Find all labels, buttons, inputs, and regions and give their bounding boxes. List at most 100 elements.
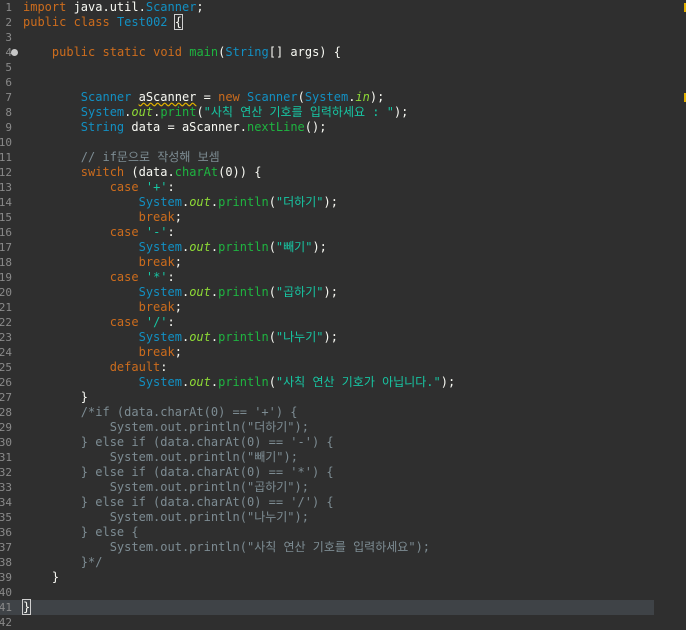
- code-text: System.out.println("사칙 연산 기호가 아닙니다.");: [138, 375, 456, 389]
- code-text: System.out.println("나누기");: [138, 330, 338, 344]
- code-line[interactable]: 21 break;: [0, 300, 686, 315]
- code-text: } else if (data.charAt(0) == '/') {: [23, 495, 334, 509]
- code-text: System.out.println("사칙 연산 기호를 입력하세요");: [23, 540, 431, 554]
- line-number: 19: [0, 271, 12, 284]
- line-number: 31: [0, 451, 12, 464]
- line-number: 33: [0, 481, 12, 494]
- line-number: 36: [0, 526, 12, 539]
- code-line[interactable]: 36 } else {: [0, 525, 686, 540]
- line-number: 25: [0, 361, 12, 374]
- code-line[interactable]: 13 case '+':: [0, 180, 686, 195]
- line-number: 21: [0, 301, 12, 314]
- code-editor[interactable]: 1 import java.util.Scanner; 2 public class …: [0, 0, 686, 630]
- code-line[interactable]: 9 String data = aScanner.nextLine();: [0, 120, 686, 135]
- code-line[interactable]: 10: [0, 135, 686, 150]
- code-text: System.out.println("곱하기");: [23, 480, 309, 494]
- code-line[interactable]: 2 public class Test002 {: [0, 14, 686, 30]
- code-text: System.out.println("나누기");: [23, 510, 309, 524]
- code-text: }*/: [23, 555, 103, 569]
- code-line[interactable]: 38 }*/: [0, 555, 686, 570]
- line-number: 28: [0, 406, 12, 419]
- line-number: 38: [0, 556, 12, 569]
- code-line[interactable]: 30 } else if (data.charAt(0) == '-') {: [0, 435, 686, 450]
- line-number: 39: [0, 571, 12, 584]
- code-text: } else if (data.charAt(0) == '*') {: [23, 465, 334, 479]
- code-text: String data = aScanner.nextLine();: [80, 120, 327, 134]
- line-number: 23: [0, 331, 12, 344]
- code-line[interactable]: 26 System.out.println("사칙 연산 기호가 아닙니다.")…: [0, 375, 686, 390]
- line-number: 40: [0, 586, 12, 599]
- code-line[interactable]: 20 System.out.println("곱하기");: [0, 285, 686, 300]
- code-text: case '+':: [109, 180, 175, 194]
- code-text: System.out.println("더하기");: [138, 195, 338, 209]
- code-line[interactable]: 27 }: [0, 390, 686, 405]
- code-text: System.out.println("곱하기");: [138, 285, 338, 299]
- line-number: 7: [5, 91, 12, 104]
- code-line[interactable]: 35 System.out.println("나누기");: [0, 510, 686, 525]
- code-text: System.out.println("더하기");: [23, 420, 309, 434]
- code-line[interactable]: 23 System.out.println("나누기");: [0, 330, 686, 345]
- code-line[interactable]: 16 case '-':: [0, 225, 686, 240]
- code-line[interactable]: 40: [0, 585, 686, 600]
- code-line[interactable]: 5: [0, 60, 686, 75]
- code-line[interactable]: 34 } else if (data.charAt(0) == '/') {: [0, 495, 686, 510]
- code-text: break;: [138, 210, 182, 224]
- code-line[interactable]: 29 System.out.println("더하기");: [0, 420, 686, 435]
- code-line[interactable]: 24 break;: [0, 345, 686, 360]
- code-line[interactable]: 12 switch (data.charAt(0)) {: [0, 165, 686, 180]
- line-number: 8: [5, 106, 12, 119]
- code-line[interactable]: 7 Scanner aScanner = new Scanner(System.…: [0, 90, 686, 105]
- line-number: 17: [0, 241, 12, 254]
- code-line[interactable]: 8 System.out.print("사칙 연산 기호를 입력하세요 : ")…: [0, 105, 686, 120]
- line-number: 35: [0, 511, 12, 524]
- code-lines[interactable]: 1 import java.util.Scanner; 2 public class …: [0, 0, 686, 630]
- code-line[interactable]: 32 } else if (data.charAt(0) == '*') {: [0, 465, 686, 480]
- code-line[interactable]: 37 System.out.println("사칙 연산 기호를 입력하세요")…: [0, 540, 686, 555]
- code-text: Scanner aScanner = new Scanner(System.in…: [80, 90, 385, 104]
- code-line[interactable]: 18 break;: [0, 255, 686, 270]
- line-number: 30: [0, 436, 12, 449]
- code-line[interactable]: 15 break;: [0, 210, 686, 225]
- code-text: }: [23, 570, 60, 584]
- line-number: 41: [0, 601, 12, 614]
- code-line[interactable]: 17 System.out.println("빼기");: [0, 240, 686, 255]
- line-number: 16: [0, 226, 12, 239]
- code-line[interactable]: 39 }: [0, 570, 686, 585]
- line-number: 5: [5, 61, 12, 74]
- code-text: System.out.println("빼기");: [138, 240, 327, 254]
- code-line[interactable]: 1 import java.util.Scanner;: [0, 0, 686, 15]
- line-number: 14: [0, 196, 12, 209]
- code-line[interactable]: 22 case '/':: [0, 315, 686, 330]
- code-line[interactable]: 31 System.out.println("빼기");: [0, 450, 686, 465]
- line-number: 34: [0, 496, 12, 509]
- code-line[interactable]: 25 default:: [0, 360, 686, 375]
- code-text: } else {: [23, 525, 139, 539]
- line-number: 12: [0, 166, 12, 179]
- code-line[interactable]: 3: [0, 30, 686, 45]
- code-text: /*if (data.charAt(0) == '+') {: [23, 405, 298, 419]
- line-number: 24: [0, 346, 12, 359]
- line-number: 9: [5, 121, 12, 134]
- code-text: }: [21, 599, 32, 615]
- line-number: 18: [0, 256, 12, 269]
- line-number: 15: [0, 211, 12, 224]
- code-text: } else if (data.charAt(0) == '-') {: [23, 435, 334, 449]
- code-text: System.out.println("빼기");: [23, 450, 298, 464]
- code-line[interactable]: 33 System.out.println("곱하기");: [0, 480, 686, 495]
- code-line[interactable]: 14 System.out.println("더하기");: [0, 195, 686, 210]
- code-text: switch (data.charAt(0)) {: [80, 165, 262, 179]
- code-line[interactable]: 41}: [0, 599, 654, 615]
- fold-toggle-icon[interactable]: [11, 49, 18, 56]
- line-number: 10: [0, 136, 12, 149]
- code-line[interactable]: 19 case '*':: [0, 270, 686, 285]
- code-text: default:: [109, 360, 168, 374]
- line-number: 29: [0, 421, 12, 434]
- line-number: 2: [5, 16, 12, 29]
- code-text: import java.util.Scanner;: [23, 0, 204, 14]
- code-line[interactable]: 28 /*if (data.charAt(0) == '+') {: [0, 405, 686, 420]
- code-line[interactable]: 11 // if문으로 작성해 보셈: [0, 150, 686, 165]
- code-line[interactable]: 6: [0, 75, 686, 90]
- line-number: 1: [5, 1, 12, 14]
- code-line[interactable]: 4 public static void main(String[] args)…: [0, 45, 686, 60]
- line-number: 26: [0, 376, 12, 389]
